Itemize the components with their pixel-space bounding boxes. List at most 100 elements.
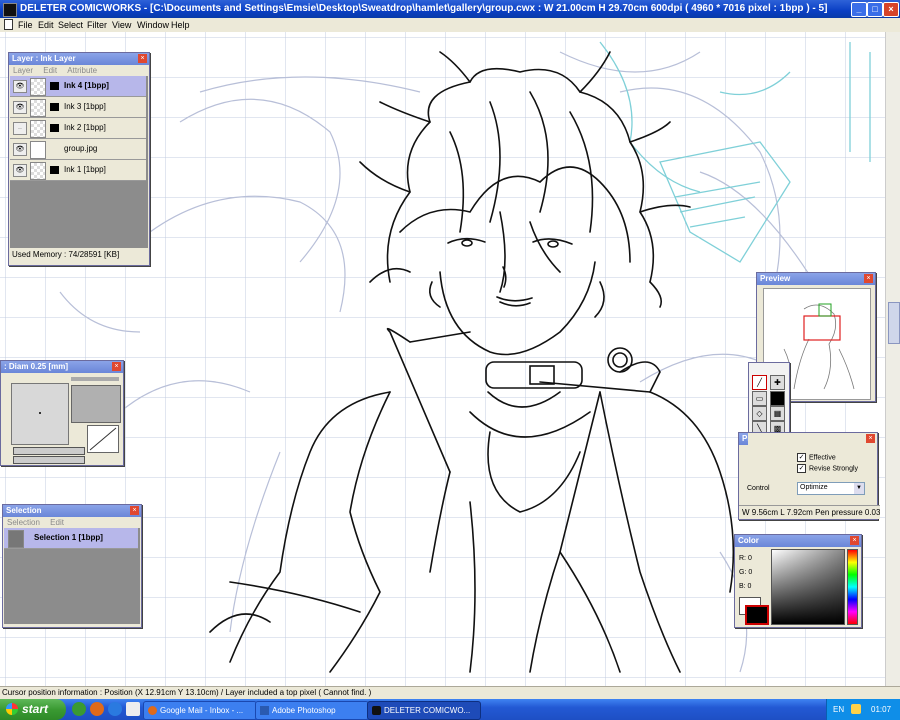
layer-palette-close-icon[interactable]: × xyxy=(138,54,147,63)
layer-palette: Layer : Ink Layer × Layer Edit Attribute… xyxy=(8,52,150,266)
film-icon[interactable]: ▦ xyxy=(770,406,785,421)
layer-row-ink2[interactable]: – Ink 2 [1bpp] xyxy=(10,118,146,139)
color-field[interactable] xyxy=(771,549,845,625)
optimize-select[interactable]: Optimize ▼ xyxy=(797,482,865,495)
layer-color-swatch xyxy=(50,166,59,174)
menu-file[interactable]: File xyxy=(18,20,33,30)
selection-palette-title: Selection xyxy=(3,505,141,517)
memory-indicator: Used Memory : 74/28591 [KB] xyxy=(12,250,120,259)
eye-icon[interactable]: 👁 xyxy=(13,101,27,114)
maximize-button[interactable]: □ xyxy=(867,2,883,17)
pen-tool-icon[interactable]: ╱ xyxy=(752,375,767,390)
eye-icon[interactable]: 👁 xyxy=(13,164,27,177)
taskbar-deleter[interactable]: DELETER COMICWO... xyxy=(367,701,481,720)
taskbar-label: DELETER COMICWO... xyxy=(384,706,471,715)
pen-palette-close-icon[interactable]: × xyxy=(866,434,875,443)
brush-options[interactable] xyxy=(71,385,121,423)
layer-color-swatch xyxy=(50,124,59,132)
clock: 01:07 xyxy=(871,705,892,714)
effective-label: Effective xyxy=(809,454,836,462)
layer-row-ink1[interactable]: 👁 Ink 1 [1bpp] xyxy=(10,160,146,181)
document-icon xyxy=(4,19,13,30)
taskbar-photoshop[interactable]: Adobe Photoshop xyxy=(255,701,369,720)
lasso-icon[interactable]: ◇ xyxy=(752,406,767,421)
chevron-down-icon[interactable]: ▼ xyxy=(854,483,864,494)
layer-row-ink3[interactable]: 👁 Ink 3 [1bpp] xyxy=(10,97,146,118)
layer-name: Ink 4 [1bpp] xyxy=(64,81,109,90)
color-palette-close-icon[interactable]: × xyxy=(850,536,859,545)
color-palette: Color × R: 0 G: 0 B: 0 xyxy=(734,534,862,628)
tab-attribute[interactable]: Attribute xyxy=(67,66,97,75)
preview-palette-close-icon[interactable]: × xyxy=(864,274,873,283)
selection-row[interactable]: Selection 1 [1bpp] xyxy=(4,528,138,549)
foreground-color-swatch[interactable] xyxy=(745,605,769,625)
title-bar: DELETER COMICWORKS - [C:\Documents and S… xyxy=(0,0,900,18)
status-bar: Cursor position information : Position (… xyxy=(0,686,900,700)
pressure-curve[interactable] xyxy=(87,425,119,453)
layer-name: group.jpg xyxy=(64,144,98,153)
selection-palette-close-icon[interactable]: × xyxy=(130,506,139,515)
menu-filter[interactable]: Filter xyxy=(87,20,107,30)
layer-row-ink4[interactable]: 👁 Ink 4 [1bpp] xyxy=(10,76,146,97)
menu-help[interactable]: Help xyxy=(171,20,190,30)
effective-checkbox[interactable]: ✓ Effective xyxy=(797,453,836,462)
check-icon: ✓ xyxy=(797,464,806,473)
pen-palette: Pr × ✓Effective ✓Revise Strongly Control… xyxy=(738,432,880,520)
layer-thumbnail xyxy=(30,141,46,159)
pen-readout: W 9.56cm L 7.92cm Pen pressure 0.03 xyxy=(739,505,880,519)
desktop-icon[interactable] xyxy=(126,702,140,716)
layer-thumbnail xyxy=(30,99,46,117)
language-indicator[interactable]: EN xyxy=(833,705,844,714)
control-label: Control xyxy=(747,485,770,492)
eye-icon[interactable]: 👁 xyxy=(13,143,27,156)
minimize-button[interactable]: _ xyxy=(851,2,867,17)
brush-preview xyxy=(11,383,69,445)
layer-color-swatch xyxy=(50,103,59,111)
menu-view[interactable]: View xyxy=(112,20,131,30)
windows-logo-icon xyxy=(6,703,18,715)
browser-icon[interactable] xyxy=(72,702,86,716)
move-tool-icon[interactable]: ✚ xyxy=(770,375,785,390)
eye-icon[interactable]: 👁 xyxy=(13,80,27,93)
tab-selection-edit[interactable]: Edit xyxy=(50,518,64,527)
tab-selection[interactable]: Selection xyxy=(7,518,40,527)
layer-thumbnail xyxy=(30,162,46,180)
tab-edit[interactable]: Edit xyxy=(43,66,57,75)
revise-label: Revise Strongly xyxy=(809,465,859,473)
menu-edit[interactable]: Edit xyxy=(38,20,54,30)
firefox-icon[interactable] xyxy=(90,702,104,716)
brush-palette-close-icon[interactable]: × xyxy=(112,362,121,371)
start-button[interactable]: start xyxy=(0,699,66,720)
brush-slider[interactable] xyxy=(71,377,119,381)
rect-select-icon[interactable]: ▭ xyxy=(752,391,767,406)
layer-name: Ink 3 [1bpp] xyxy=(64,102,106,111)
hue-slider[interactable] xyxy=(847,549,858,625)
fill-rect-icon[interactable] xyxy=(770,391,785,406)
vertical-scrollbar[interactable] xyxy=(885,32,900,686)
curve-graph xyxy=(89,427,117,451)
menu-select[interactable]: Select xyxy=(58,20,83,30)
layer-thumbnail xyxy=(30,78,46,96)
menu-window[interactable]: Window xyxy=(137,20,169,30)
revise-checkbox[interactable]: ✓ Revise Strongly xyxy=(797,464,858,473)
photoshop-icon xyxy=(260,706,269,716)
scroll-thumb[interactable] xyxy=(888,302,900,344)
size-slider[interactable] xyxy=(13,447,85,455)
taskbar-label: Adobe Photoshop xyxy=(272,706,336,715)
app-icon xyxy=(3,3,17,17)
taskbar: start Google Mail - Inbox - ... Adobe Ph… xyxy=(0,699,900,720)
close-button[interactable]: × xyxy=(883,2,899,17)
selection-thumbnail xyxy=(8,530,24,548)
ie-icon[interactable] xyxy=(108,702,122,716)
eye-hidden-icon[interactable]: – xyxy=(13,122,27,135)
tray-app-icon[interactable] xyxy=(851,704,861,714)
layer-palette-title: Layer : Ink Layer xyxy=(9,53,149,65)
opacity-slider[interactable] xyxy=(13,456,85,464)
tab-layer[interactable]: Layer xyxy=(13,66,33,75)
layer-row-group-jpg[interactable]: 👁 group.jpg xyxy=(10,139,146,160)
cursor-position-info: Cursor position information : Position (… xyxy=(2,688,372,697)
taskbar-gmail[interactable]: Google Mail - Inbox - ... xyxy=(143,701,257,720)
selection-list: Selection 1 [1bpp] xyxy=(4,528,140,624)
layer-name: Ink 2 [1bpp] xyxy=(64,123,106,132)
layer-palette-menu: Layer Edit Attribute xyxy=(9,65,149,76)
